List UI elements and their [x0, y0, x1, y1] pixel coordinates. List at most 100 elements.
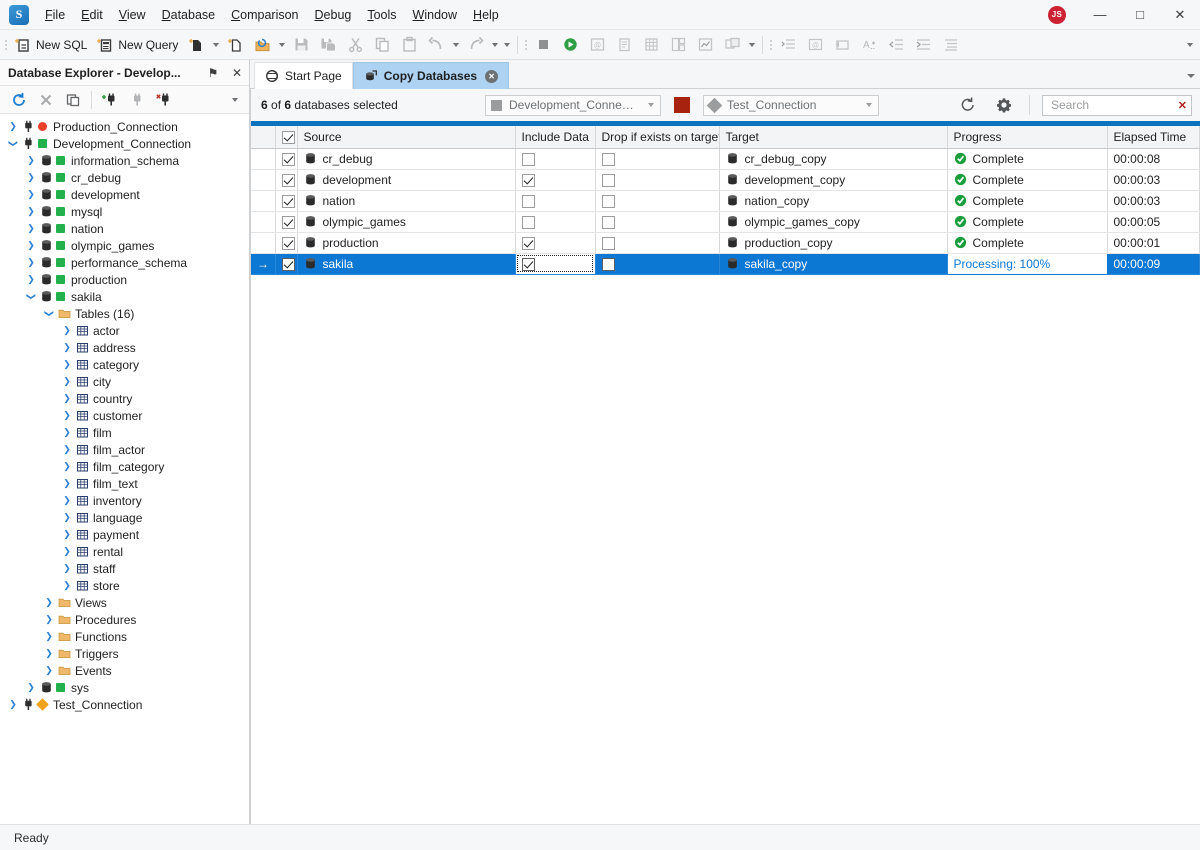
include-data-checkbox[interactable] [521, 215, 535, 229]
header-drop-if-exists[interactable]: Drop if exists on target [595, 126, 720, 149]
source-cell[interactable]: production [297, 232, 516, 254]
chevron-right-icon[interactable]: ❯ [60, 563, 74, 574]
toolbar-grip-3[interactable] [767, 37, 775, 53]
close-button[interactable]: ✕ [1160, 0, 1200, 30]
tree-node[interactable]: ❯ actor [0, 322, 249, 339]
settings-button[interactable] [991, 92, 1017, 118]
drop-if-exists-cell[interactable] [595, 253, 720, 275]
delete-connection-button[interactable] [151, 88, 177, 112]
source-connection-select[interactable]: Development_Connection [485, 94, 661, 116]
row-select-cell[interactable] [275, 253, 298, 275]
new-file-button[interactable] [222, 33, 249, 57]
include-data-checkbox[interactable] [521, 236, 535, 250]
include-data-cell[interactable] [515, 190, 596, 212]
header-select-all[interactable] [275, 126, 298, 149]
include-data-cell[interactable] [515, 211, 596, 233]
tree-node[interactable]: ❯ Production_Connection [0, 118, 249, 135]
source-cell[interactable]: sakila [297, 253, 516, 275]
undo-dropdown[interactable] [450, 34, 462, 56]
tree-node[interactable]: ❯ film [0, 424, 249, 441]
menu-file[interactable]: File [37, 3, 73, 27]
database-tree[interactable]: ❯ Production_Connection ❯ Development_Conne… [0, 114, 249, 824]
grid-refresh-button[interactable] [955, 92, 981, 118]
chart-button[interactable] [692, 33, 719, 57]
refresh-button[interactable] [6, 88, 32, 112]
row-select-cell[interactable] [275, 232, 298, 254]
tree-node[interactable]: ❯ inventory [0, 492, 249, 509]
outdent-button[interactable] [883, 33, 910, 57]
row-select-checkbox[interactable] [281, 236, 295, 250]
menu-comparison[interactable]: Comparison [223, 3, 306, 27]
table-row[interactable]: development development_copy Complete 00:00… [251, 169, 1200, 191]
tree-node[interactable]: ❯ olympic_games [0, 237, 249, 254]
new-sql-button[interactable]: New SQL [10, 33, 92, 57]
chevron-right-icon[interactable]: ❯ [60, 444, 74, 455]
include-data-cell[interactable] [515, 253, 596, 275]
drop-if-exists-cell[interactable] [595, 232, 720, 254]
row-select-checkbox[interactable] [281, 152, 295, 166]
chevron-right-icon[interactable]: ❯ [60, 478, 74, 489]
tree-node[interactable]: ❯ Test_Connection [0, 696, 249, 713]
row-select-checkbox[interactable] [281, 257, 295, 271]
table-row[interactable]: production production_copy Complete 00:00:0… [251, 232, 1200, 254]
source-cell[interactable]: development [297, 169, 516, 191]
drop-if-exists-cell[interactable] [595, 211, 720, 233]
tree-node[interactable]: ❯ film_actor [0, 441, 249, 458]
chevron-right-icon[interactable]: ❯ [60, 580, 74, 591]
target-cell[interactable]: cr_debug_copy [719, 148, 948, 170]
row-select-cell[interactable] [275, 148, 298, 170]
databases-grid[interactable]: Source Include Data Drop if exists on ta… [251, 126, 1200, 824]
chevron-right-icon[interactable]: ❯ [60, 342, 74, 353]
row-select-cell[interactable] [275, 169, 298, 191]
tree-node[interactable]: ❯ payment [0, 526, 249, 543]
source-cell[interactable]: cr_debug [297, 148, 516, 170]
execute-report-button[interactable] [665, 33, 692, 57]
search-input[interactable] [1049, 97, 1174, 113]
target-cell[interactable]: development_copy [719, 169, 948, 191]
toolbar-overflow-dropdown[interactable] [1184, 34, 1196, 56]
chevron-right-icon[interactable]: ❯ [60, 325, 74, 336]
chevron-right-icon[interactable]: ❯ [60, 461, 74, 472]
script-button[interactable] [611, 33, 638, 57]
tree-node[interactable]: ❯ mysql [0, 203, 249, 220]
header-source[interactable]: Source [297, 126, 516, 149]
drop-if-exists-cell[interactable] [595, 148, 720, 170]
toolbar-grip[interactable] [2, 37, 10, 53]
include-data-checkbox[interactable] [521, 173, 535, 187]
connection-button[interactable] [124, 88, 150, 112]
target-cell[interactable]: production_copy [719, 232, 948, 254]
source-cell[interactable]: nation [297, 190, 516, 212]
user-avatar[interactable]: JS [1048, 5, 1066, 24]
target-cell[interactable]: sakila_copy [719, 253, 948, 275]
table-row[interactable]: → sakila sakila_copy Processing: 100% 00:00:… [251, 252, 1200, 275]
tree-node[interactable]: ❯ language [0, 509, 249, 526]
tree-node[interactable]: ❯ information_schema [0, 152, 249, 169]
stop-execution-button[interactable] [530, 33, 557, 57]
chevron-right-icon[interactable]: ❯ [24, 206, 38, 217]
tree-node[interactable]: ❯ Events [0, 662, 249, 679]
execute-to-file-button[interactable]: @ [584, 33, 611, 57]
include-data-checkbox[interactable] [521, 257, 535, 271]
chevron-right-icon[interactable]: ❯ [24, 223, 38, 234]
include-data-cell[interactable] [515, 232, 596, 254]
pin-icon[interactable]: ⚑ [201, 61, 225, 85]
chevron-right-icon[interactable]: ❯ [24, 155, 38, 166]
chevron-right-icon[interactable]: ❯ [6, 121, 20, 132]
chevron-down-icon[interactable]: ❯ [26, 290, 37, 304]
tab-start-page[interactable]: Start Page [254, 62, 353, 89]
tree-node[interactable]: ❯ nation [0, 220, 249, 237]
tree-node[interactable]: ❯ film_text [0, 475, 249, 492]
cut-button[interactable] [342, 33, 369, 57]
chevron-right-icon[interactable]: ❯ [42, 631, 56, 642]
target-cell[interactable]: olympic_games_copy [719, 211, 948, 233]
chevron-right-icon[interactable]: ❯ [60, 359, 74, 370]
tree-node[interactable]: ❯ sys [0, 679, 249, 696]
chevron-right-icon[interactable]: ❯ [42, 665, 56, 676]
drop-if-exists-checkbox[interactable] [601, 215, 615, 229]
tree-node[interactable]: ❯ Functions [0, 628, 249, 645]
chevron-right-icon[interactable]: ❯ [42, 614, 56, 625]
tab-copy-databases[interactable]: Copy Databases ✕ [352, 62, 510, 89]
tree-node[interactable]: ❯ development [0, 186, 249, 203]
tree-node[interactable]: ❯ Development_Connection [0, 135, 249, 152]
drop-if-exists-checkbox[interactable] [601, 257, 615, 271]
